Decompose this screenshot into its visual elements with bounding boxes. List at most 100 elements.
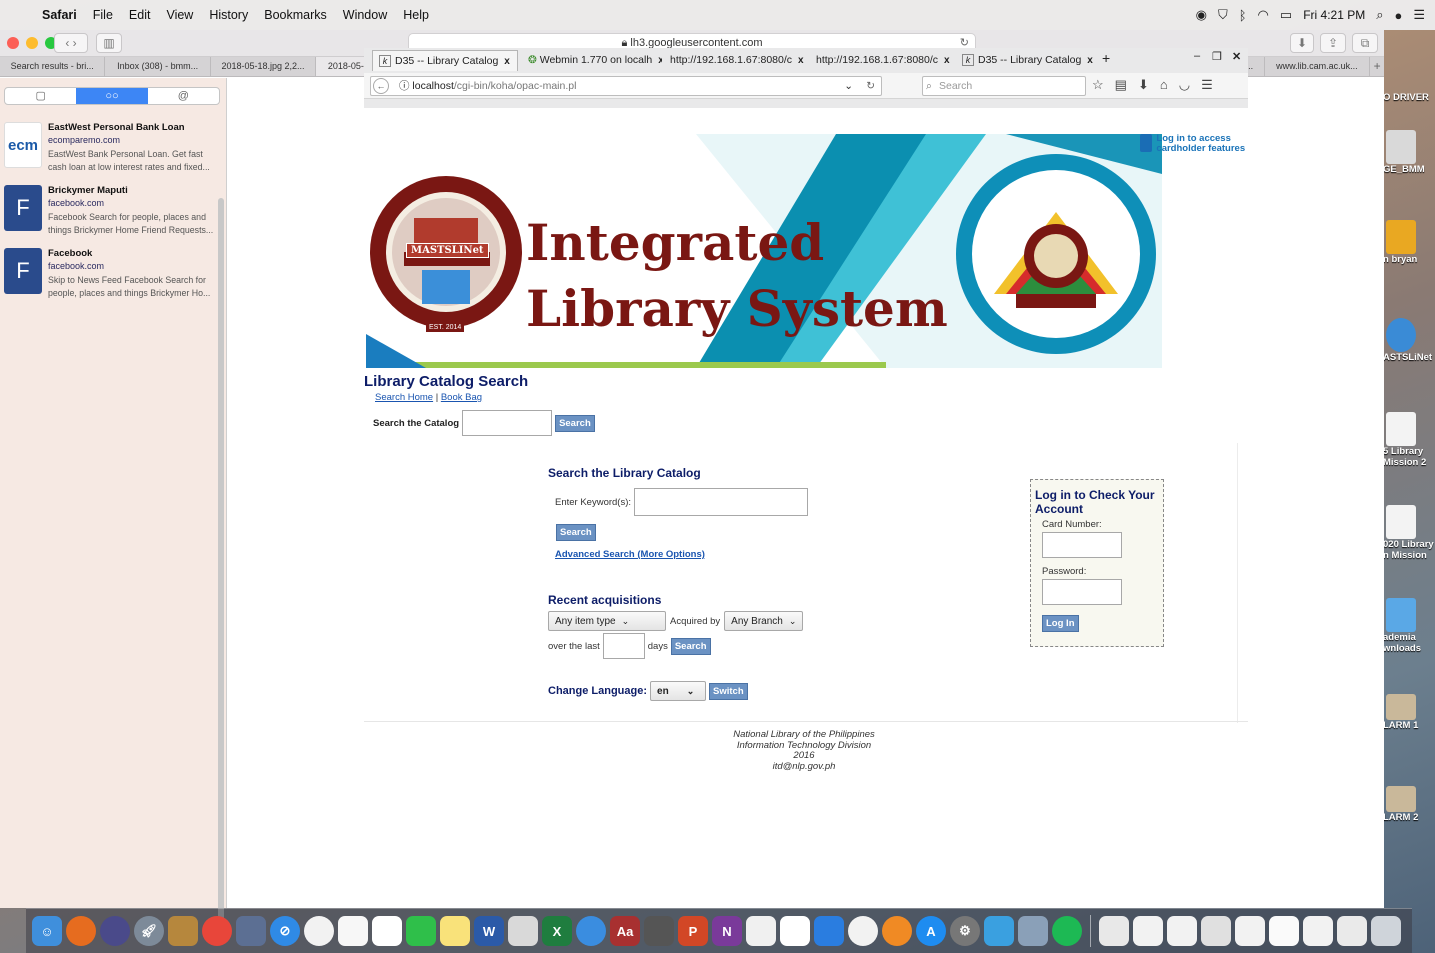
numbers-icon[interactable] xyxy=(780,916,810,946)
safari-tab[interactable]: Inbox (308) - bmm... xyxy=(105,57,211,76)
photos-icon[interactable] xyxy=(304,916,334,946)
bluetooth-icon[interactable]: ᛒ xyxy=(1239,8,1247,23)
keynote-icon[interactable] xyxy=(814,916,844,946)
excel-icon[interactable]: X xyxy=(542,916,572,946)
preview-icon[interactable] xyxy=(236,916,266,946)
sidebar-scrollbar[interactable] xyxy=(218,198,224,938)
shield-icon[interactable]: ⛉ xyxy=(1218,7,1228,23)
keyword-input[interactable] xyxy=(634,488,809,516)
firefox-tab-active[interactable]: k D35 -- Library Catalog x xyxy=(372,50,518,71)
restore-icon[interactable]: ❐ xyxy=(1212,50,1222,63)
firefox-icon[interactable] xyxy=(66,916,96,946)
spotify-icon[interactable] xyxy=(1052,916,1082,946)
status-app-icon[interactable]: ◉ xyxy=(1196,7,1207,23)
shared-links-tab-icon[interactable]: @ xyxy=(148,88,219,104)
firefox-tab[interactable]: http://192.168.1.67:8080/c x xyxy=(664,50,808,71)
calendar-icon[interactable] xyxy=(372,916,402,946)
safari-tab[interactable]: Search results - bri... xyxy=(0,57,106,76)
item-type-select[interactable]: Any item type ⌄ xyxy=(548,611,666,631)
back-forward-buttons[interactable]: ‹ › xyxy=(54,33,88,53)
reading-list-tab-icon[interactable]: ○○ xyxy=(76,88,148,104)
system-preferences-icon[interactable]: ⚙︎ xyxy=(950,916,980,946)
finder-icon[interactable]: ☺ xyxy=(32,916,62,946)
notes-book-icon[interactable] xyxy=(168,916,198,946)
textedit-icon[interactable] xyxy=(508,916,538,946)
launchpad-icon[interactable]: 🚀︎ xyxy=(134,916,164,946)
switch-language-button[interactable]: Switch xyxy=(709,682,748,700)
dock-document-icon[interactable] xyxy=(1303,916,1333,946)
siri-icon[interactable]: ● xyxy=(1394,8,1402,23)
reading-list-item[interactable]: F Facebook facebook.com Skip to News Fee… xyxy=(4,248,218,308)
download-icon[interactable]: ⬇ xyxy=(1138,77,1149,93)
chrome-icon[interactable] xyxy=(202,916,232,946)
stickies-icon[interactable] xyxy=(440,916,470,946)
reading-list-item[interactable]: F Brickymer Maputi facebook.com Facebook… xyxy=(4,185,218,245)
back-arrow-icon[interactable]: ← xyxy=(373,78,389,94)
pocket-icon[interactable]: ◡ xyxy=(1179,77,1190,93)
close-tab-icon[interactable]: x xyxy=(658,55,662,66)
trash-icon[interactable] xyxy=(1371,916,1401,946)
language-select[interactable]: en ⌄ xyxy=(650,681,707,701)
dock-document-icon[interactable] xyxy=(1235,916,1265,946)
menu-file[interactable]: File xyxy=(85,8,121,22)
safari-tab[interactable]: 2018-05-18.jpg 2,2... xyxy=(211,57,317,76)
menu-view[interactable]: View xyxy=(158,8,201,22)
search-home-link[interactable]: Search Home xyxy=(375,392,433,403)
downloads-icon[interactable]: ⬇ xyxy=(1290,33,1314,53)
firefox-tab[interactable]: k D35 -- Library Catalog x xyxy=(956,50,1098,71)
word-icon[interactable]: W xyxy=(474,916,504,946)
desktop-item-folder[interactable]: n bryan xyxy=(1383,220,1435,265)
app-store-icon[interactable]: A xyxy=(916,916,946,946)
days-input[interactable] xyxy=(602,633,645,659)
minimize-window-button[interactable] xyxy=(26,37,38,49)
itunes-icon[interactable] xyxy=(848,916,878,946)
desktop-item-mastslinet[interactable]: ASTSLiNet xyxy=(1383,318,1435,363)
close-tab-icon[interactable]: x xyxy=(504,56,510,67)
share-icon[interactable]: ⇪ xyxy=(1320,33,1346,53)
wifi-icon[interactable]: ◠ xyxy=(1258,7,1269,23)
desktop-item-larm-1[interactable]: LARM 1 xyxy=(1383,694,1435,731)
safari-icon[interactable]: ⊘ xyxy=(270,916,300,946)
calculator-icon[interactable] xyxy=(644,916,674,946)
dock-document-icon[interactable] xyxy=(1099,916,1129,946)
star-icon[interactable]: ☆ xyxy=(1092,77,1104,93)
menu-history[interactable]: History xyxy=(201,8,256,22)
messages-icon[interactable] xyxy=(576,916,606,946)
close-icon[interactable]: ✕ xyxy=(1232,50,1241,63)
dock-document-icon[interactable] xyxy=(1133,916,1163,946)
onenote-icon[interactable]: N xyxy=(712,916,742,946)
sidebar-toggle-icon[interactable]: ▥ xyxy=(96,33,122,53)
minimize-icon[interactable]: – xyxy=(1194,50,1200,62)
bookmarks-tab-icon[interactable]: ▢ xyxy=(5,88,76,104)
firefox-url-bar[interactable]: ← ⓘ localhost/cgi-bin/koha/opac-main.pl … xyxy=(370,76,882,96)
card-number-input[interactable] xyxy=(1042,532,1122,558)
new-tab-icon[interactable]: + xyxy=(1370,57,1384,76)
desktop-item-library-mission-1[interactable]: 5 Library Mission 2 xyxy=(1383,412,1435,468)
airplay-icon[interactable]: ▭ xyxy=(1280,7,1292,23)
dock-document-icon[interactable] xyxy=(1337,916,1367,946)
password-input[interactable] xyxy=(1042,579,1122,605)
chevron-down-icon[interactable]: ⌄ xyxy=(844,77,853,95)
spotlight-search-icon[interactable]: ⌕ xyxy=(1376,7,1383,23)
ibooks-icon[interactable] xyxy=(882,916,912,946)
cardholder-link-text[interactable]: Log in to access cardholder features xyxy=(1156,134,1250,154)
firefox-tab[interactable]: http://192.168.1.67:8080/c x xyxy=(810,50,954,71)
menu-window[interactable]: Window xyxy=(335,8,395,22)
dock-document-icon[interactable] xyxy=(1269,916,1299,946)
clipboard-icon[interactable]: ▤ xyxy=(1115,77,1127,93)
desktop-item-academia-downloads[interactable]: ademia wnloads xyxy=(1383,598,1435,654)
menubar-clock[interactable]: Fri 4:21 PM xyxy=(1303,8,1365,22)
reminders-icon[interactable] xyxy=(338,916,368,946)
facetime-icon[interactable] xyxy=(406,916,436,946)
quick-search-button[interactable]: Search xyxy=(555,414,595,432)
network-utility-icon[interactable] xyxy=(984,916,1014,946)
firefox-search-box[interactable]: ⌕ Search xyxy=(922,76,1086,96)
advanced-search-link[interactable]: Advanced Search (More Options) xyxy=(555,549,705,560)
cardholder-login-link[interactable]: Log in to access cardholder features xyxy=(1140,134,1250,154)
close-tab-icon[interactable]: x xyxy=(798,55,804,66)
reading-list-item[interactable]: ecm EastWest Personal Bank Loan ecompare… xyxy=(4,122,218,182)
safari-tab[interactable]: www.lib.cam.ac.uk... xyxy=(1265,57,1371,76)
new-tab-icon[interactable]: + xyxy=(1102,50,1110,66)
close-tab-icon[interactable]: x xyxy=(944,55,950,66)
book-bag-link[interactable]: Book Bag xyxy=(441,392,482,403)
